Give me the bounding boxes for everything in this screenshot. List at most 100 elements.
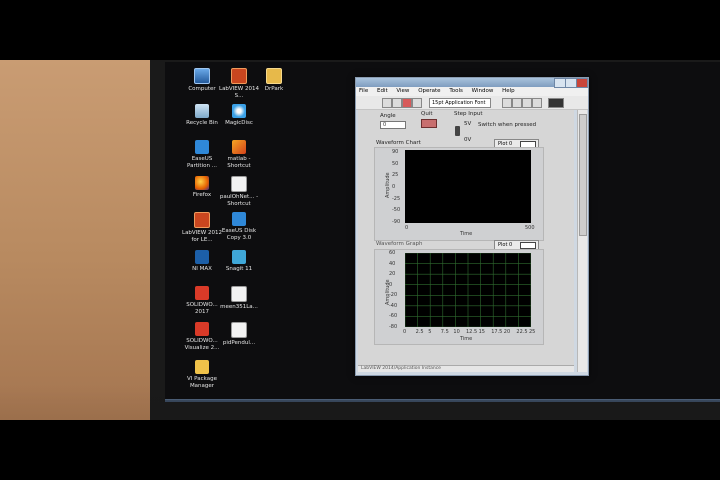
graph-x-tick: 2.5 (415, 329, 424, 335)
desktop-icon[interactable]: EaseUS Disk Copy 3.0 (217, 212, 261, 241)
vertical-scrollbar[interactable] (577, 110, 587, 372)
graph-x-tick: 15 (478, 329, 485, 335)
labview-icon (194, 212, 210, 228)
run-icon[interactable] (382, 98, 392, 108)
chart-y-tick: 50 (392, 160, 399, 167)
desktop-icon[interactable]: Snagit 11 (217, 250, 261, 273)
background-wall (0, 60, 165, 420)
desktop-icon[interactable]: VI Package Manager (180, 360, 224, 389)
graph-y-tick: -80 (389, 324, 398, 330)
chart-y-tick: -25 (392, 195, 401, 202)
waveform-chart-frame: 90 50 25 0 -25 -50 -90 Amplitude 0 500 Time (374, 147, 544, 241)
menu-file[interactable]: File (359, 88, 368, 94)
menu-help[interactable]: Help (502, 88, 515, 94)
computer-icon (194, 68, 210, 84)
angle-label: Angle (380, 113, 396, 119)
desktop-icon-label: Computer (188, 86, 216, 92)
graph-x-tick: 10 (453, 329, 460, 335)
menu-operate[interactable]: Operate (418, 88, 440, 94)
easeus-icon (232, 212, 246, 226)
close-button[interactable] (576, 78, 588, 88)
desktop-icon[interactable]: MagicDisc (217, 104, 261, 127)
graph-x-tick: 0 (403, 329, 407, 335)
chart-x-tick: 500 (525, 225, 535, 231)
menu-window[interactable]: Window (472, 88, 494, 94)
waveform-graph-frame: 60 40 20 0 -20 -40 -60 -80 0 2.5 5 7.5 10 12.5 15 17.5… (374, 249, 544, 345)
graph-x-tick: 20 (503, 329, 511, 335)
waveform-graph-plot (405, 253, 531, 327)
status-text: LabVIEW 2014/Application Instance (361, 366, 441, 371)
desktop-icon-label: NI MAX (192, 266, 212, 272)
desktop-icon[interactable]: DrPark (252, 68, 296, 93)
desktop-icon[interactable]: matlab - Shortcut (217, 140, 261, 169)
font-select[interactable]: 15pt Application Font (429, 98, 491, 108)
step-input-label: Step Input (454, 111, 483, 117)
quit-button[interactable] (421, 119, 437, 128)
status-bar: LabVIEW 2014/Application Instance (358, 365, 574, 372)
menu-bar: File Edit View Operate Tools Window Help (356, 87, 588, 96)
matlab-icon (232, 140, 246, 154)
align-icon[interactable] (502, 98, 512, 108)
graph-x-axis-label: Time (460, 336, 473, 342)
waveform-chart-plot (405, 150, 531, 223)
desktop-icon-label: Recycle Bin (186, 120, 218, 126)
step-low-label: 0V (464, 137, 472, 143)
desktop-icon-label: pidPendul... (222, 340, 256, 346)
menu-view[interactable]: View (396, 88, 409, 94)
abort-icon[interactable] (402, 98, 412, 108)
ni-max-icon (195, 250, 209, 264)
plot-line-icon (520, 242, 536, 249)
distribute-icon[interactable] (512, 98, 522, 108)
graph-y-tick: 20 (389, 271, 396, 278)
switch-caption: Switch when pressed (478, 122, 537, 128)
graph-legend-label: Plot 0 (498, 242, 513, 248)
chart-x-tick: 0 (405, 225, 409, 231)
taskbar (165, 399, 720, 402)
desktop-icon-label: DrPark (264, 86, 284, 92)
chart-y-tick: 25 (392, 172, 399, 179)
desktop-icon-label: matlab - Shortcut (227, 156, 251, 169)
run-continuously-icon[interactable] (392, 98, 402, 108)
quit-label: Quit (421, 111, 433, 117)
menu-edit[interactable]: Edit (377, 88, 388, 94)
chart-y-tick: 90 (392, 149, 399, 155)
desktop-icon-label: SOLIDWO... 2017 (186, 302, 218, 315)
solidworks-icon (195, 322, 209, 336)
desktop-icon-label: SOLIDWO... Visualize 2... (184, 338, 220, 351)
step-input-switch[interactable] (455, 126, 460, 136)
graph-x-tick: 7.5 (440, 329, 449, 335)
reorder-icon[interactable] (522, 98, 532, 108)
toolbar: 15pt Application Font (356, 96, 588, 110)
desktop-icon[interactable]: pidPendul... (217, 322, 261, 347)
desktop-icon-label: VI Package Manager (187, 376, 217, 389)
angle-indicator: 0 (380, 121, 406, 129)
step-high-label: 5V (464, 121, 472, 127)
vi-icon (548, 98, 564, 108)
graph-x-tick: 12.5 (466, 329, 478, 335)
scroll-thumb[interactable] (579, 114, 587, 236)
document-icon (231, 322, 247, 338)
folder-icon (266, 68, 282, 84)
pause-icon[interactable] (412, 98, 422, 108)
desktop-icon-label: meen351La... (220, 304, 258, 310)
snagit-icon (232, 250, 246, 264)
desktop-icon[interactable]: meen351La... (217, 286, 261, 311)
graph-x-tick: 22.5 (516, 329, 528, 335)
desktop-icon-label: EaseUS Partition ... (187, 156, 217, 169)
recycle-bin-icon (195, 104, 209, 118)
graph-y-axis-label: Amplitude (385, 279, 391, 305)
chart-y-axis-label: Amplitude (385, 172, 391, 198)
desktop-icon-label: EaseUS Disk Copy 3.0 (221, 228, 257, 241)
labview-icon (231, 68, 247, 84)
graph-x-tick: 17.5 (491, 329, 503, 335)
graph-y-tick: 40 (389, 260, 396, 267)
graph-y-tick: 60 (389, 250, 396, 256)
title-bar (356, 78, 588, 88)
document-icon (231, 176, 247, 192)
graph-x-tick: 5 (428, 329, 432, 335)
desktop-icon[interactable]: paulOhNet... - Shortcut (217, 176, 261, 207)
menu-tools[interactable]: Tools (449, 88, 463, 94)
help-icon[interactable] (532, 98, 542, 108)
labview-front-panel-window: File Edit View Operate Tools Window Help… (355, 77, 589, 376)
vipm-icon (195, 360, 209, 374)
